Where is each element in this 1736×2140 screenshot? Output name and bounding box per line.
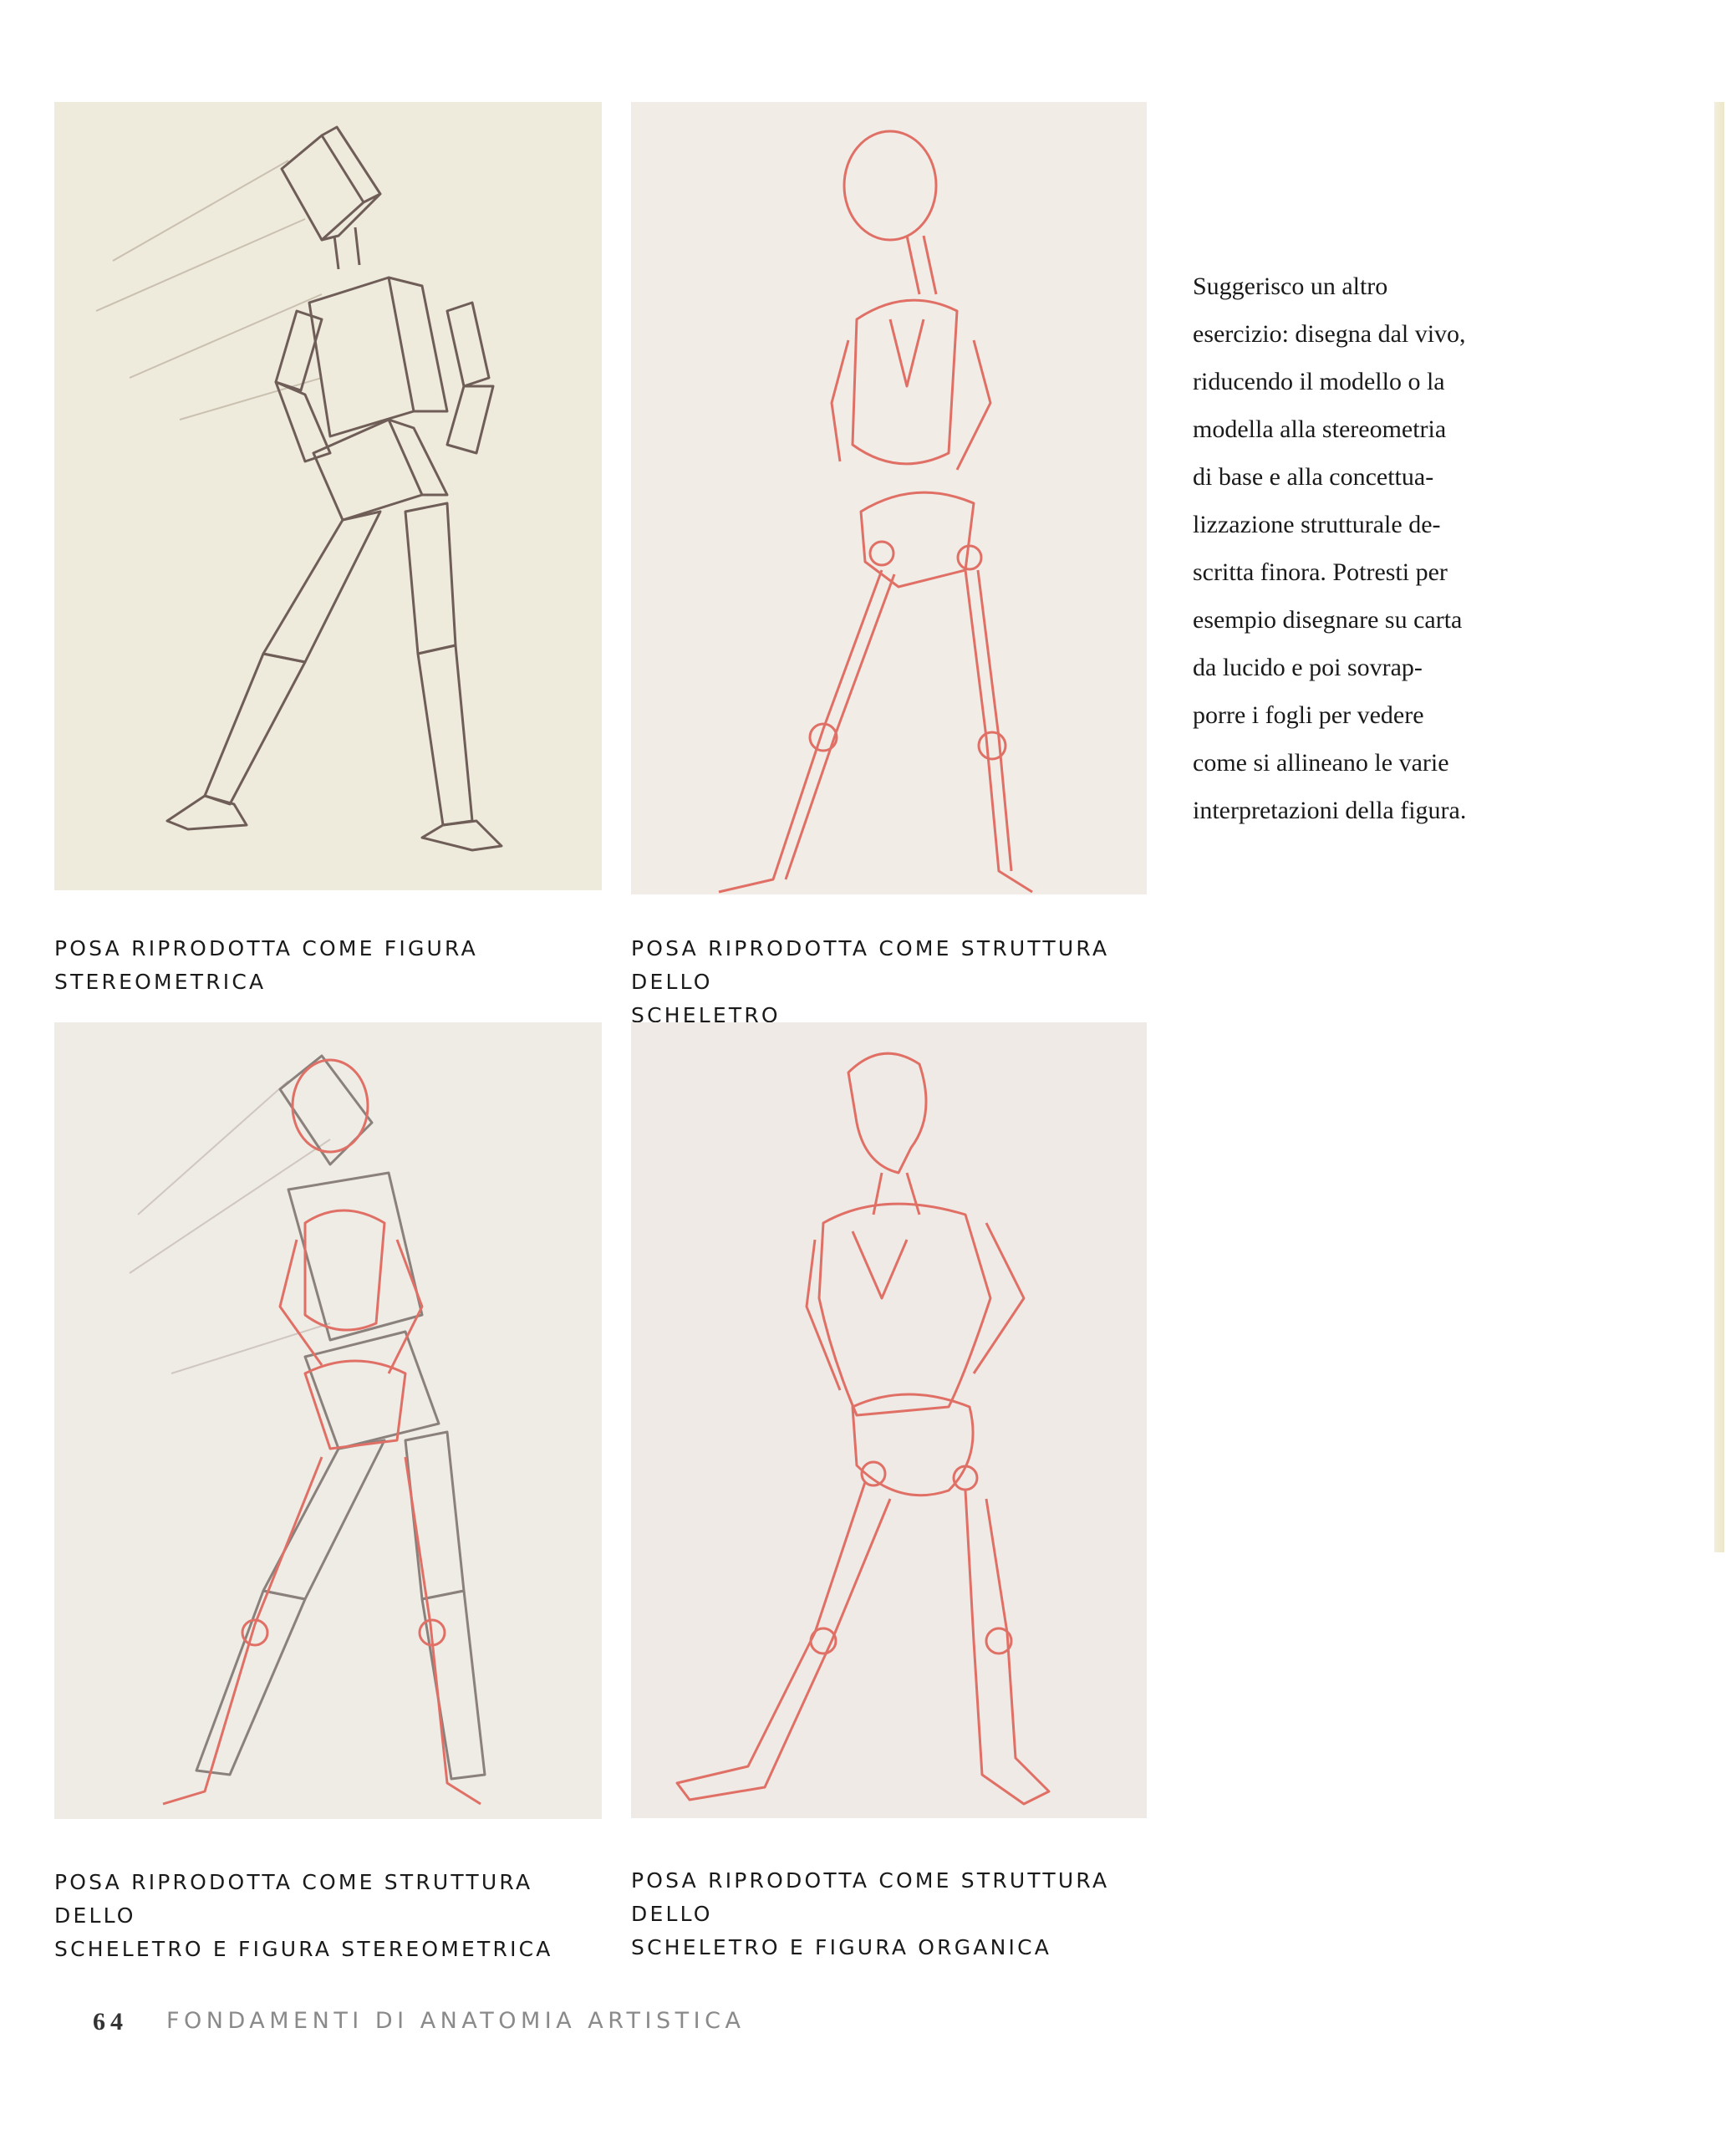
body-line: riducendo il modello o la (1193, 368, 1445, 395)
body-line: interpretazioni della figura. (1193, 797, 1467, 824)
running-title: FONDAMENTI DI ANATOMIA ARTISTICA (166, 2008, 746, 2034)
figure-skeleton-stereometric (54, 1022, 602, 1819)
body-line: esempio disegnare su carta (1193, 606, 1463, 634)
body-line: di base e alla concettua- (1193, 463, 1434, 491)
caption-line: POSA RIPRODOTTA COME STRUTTURA DELLO (631, 1868, 1110, 1926)
figure-3-caption: POSA RIPRODOTTA COME STRUTTURA DELLO SCH… (54, 1866, 589, 1966)
stereometric-drawing (95, 125, 503, 852)
body-line: da lucido e poi sovrap- (1193, 654, 1423, 681)
body-paragraph: Suggerisco un altro esercizio: disegna d… (1193, 262, 1527, 834)
body-line: esercizio: disegna dal vivo, (1193, 320, 1466, 348)
page-number: 64 (93, 2008, 128, 2036)
page-edge (1714, 102, 1724, 1552)
body-line: modella alla stereometria (1193, 415, 1447, 443)
caption-line: SCHELETRO E FIGURA STEREOMETRICA (54, 1937, 553, 1961)
figure-skeleton-organic (631, 1022, 1147, 1818)
figure-2-caption: POSA RIPRODOTTA COME STRUTTURA DELLO SCH… (631, 932, 1166, 1032)
organic-drawing (675, 1052, 1051, 1806)
body-line: Suggerisco un altro (1193, 273, 1388, 300)
body-line: scritta finora. Potresti per (1193, 558, 1448, 586)
caption-line: POSA RIPRODOTTA COME STRUTTURA DELLO (54, 1870, 533, 1928)
overlay-drawing (129, 1054, 486, 1806)
figure-stereometric (54, 102, 602, 890)
caption-line: POSA RIPRODOTTA COME FIGURA STEREOMETRIC… (54, 936, 478, 994)
figure-1-caption: POSA RIPRODOTTA COME FIGURA STEREOMETRIC… (54, 932, 589, 999)
body-line: lizzazione strutturale de- (1193, 511, 1441, 538)
figure-4-caption: POSA RIPRODOTTA COME STRUTTURA DELLO SCH… (631, 1864, 1166, 1964)
caption-line: POSA RIPRODOTTA COME STRUTTURA DELLO (631, 936, 1110, 994)
figure-skeleton (631, 102, 1147, 894)
skeleton-drawing (718, 130, 1033, 894)
body-line: porre i fogli per vedere (1193, 701, 1424, 729)
body-line: come si allineano le varie (1193, 749, 1449, 777)
caption-line: SCHELETRO E FIGURA ORGANICA (631, 1935, 1052, 1959)
